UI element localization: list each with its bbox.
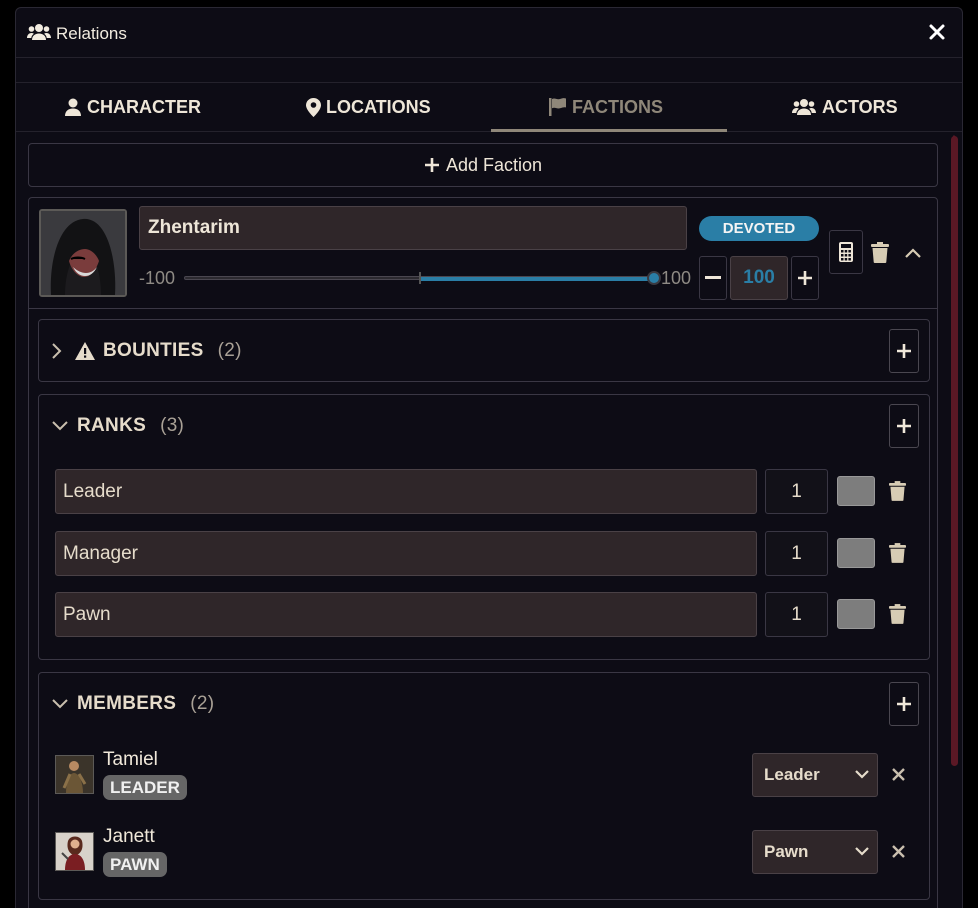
member-row: Tamiel LEADER Leader	[55, 749, 915, 815]
flag-icon	[549, 98, 566, 116]
remove-member-icon[interactable]	[891, 844, 906, 859]
hooded-figure-portrait	[41, 211, 125, 295]
tab-bar: CHARACTER LOCATIONS FACTIONS ACTORS	[16, 82, 962, 132]
bounties-label: BOUNTIES	[103, 340, 204, 361]
members-count: (2)	[190, 693, 215, 714]
rank-name-input[interactable]: Pawn	[55, 592, 757, 637]
plus-icon	[424, 158, 439, 172]
rank-value-input[interactable]: 1	[765, 531, 828, 576]
adventurer-portrait	[56, 833, 93, 870]
tab-factions[interactable]: FACTIONS	[549, 83, 663, 131]
rank-color-picker[interactable]	[837, 476, 875, 506]
slider-min-label: -100	[139, 268, 176, 288]
slider-zero-tick	[419, 272, 421, 284]
relation-value-input[interactable]: 100	[730, 256, 788, 300]
member-rank-select[interactable]: Pawn	[752, 830, 878, 874]
trash-icon[interactable]	[889, 604, 906, 624]
ranks-header[interactable]: RANKS (3)	[51, 415, 184, 437]
plus-icon	[897, 419, 911, 433]
tab-locations[interactable]: LOCATIONS	[306, 83, 431, 131]
bounties-section: BOUNTIES (2)	[38, 319, 930, 382]
slider-fill	[420, 277, 655, 281]
rank-row: Pawn 1	[55, 592, 915, 637]
member-rank-value: Pawn	[764, 842, 809, 861]
chevron-up-icon[interactable]	[904, 247, 922, 259]
close-icon[interactable]	[927, 22, 947, 42]
member-rank-select[interactable]: Leader	[752, 753, 878, 797]
active-tab-indicator	[491, 129, 727, 132]
rank-value-input[interactable]: 1	[765, 469, 828, 514]
member-role-badge: PAWN	[103, 852, 167, 877]
plus-icon	[897, 697, 911, 711]
plus-icon	[897, 344, 911, 358]
add-rank-button[interactable]	[889, 404, 919, 448]
adventurer-portrait	[56, 756, 93, 793]
rank-row: Manager 1	[55, 531, 915, 576]
trash-icon[interactable]	[889, 481, 906, 501]
member-name: Janett	[103, 826, 155, 847]
ranks-count: (3)	[160, 415, 185, 436]
chevron-down-icon	[855, 847, 869, 856]
relations-window: Relations CHARACTER LOCATIONS FACTIONS A…	[15, 7, 963, 908]
slider-max-label: 100	[661, 268, 692, 288]
faction-header: Zhentarim DEVOTED -100 100 100	[29, 198, 937, 309]
warning-icon	[75, 342, 95, 360]
member-name: Tamiel	[103, 749, 158, 770]
tab-label: CHARACTER	[87, 96, 201, 117]
rank-name-input[interactable]: Manager	[55, 531, 757, 576]
add-faction-label: Add Faction	[445, 154, 543, 175]
user-icon	[65, 98, 81, 116]
rank-name-input[interactable]: Leader	[55, 469, 757, 514]
member-avatar[interactable]	[55, 755, 94, 794]
users-icon	[27, 24, 51, 40]
chevron-down-icon	[855, 770, 869, 779]
calculator-button[interactable]	[829, 230, 863, 274]
faction-card: Zhentarim DEVOTED -100 100 100 BOUNTIES …	[28, 197, 938, 908]
status-badge: DEVOTED	[699, 216, 819, 241]
members-header[interactable]: MEMBERS (2)	[51, 693, 214, 715]
trash-icon[interactable]	[889, 543, 906, 563]
rank-row: Leader 1	[55, 469, 915, 514]
rank-value-input[interactable]: 1	[765, 592, 828, 637]
trash-icon[interactable]	[871, 242, 889, 263]
rank-color-picker[interactable]	[837, 538, 875, 568]
members-label: MEMBERS	[77, 693, 177, 714]
add-bounty-button[interactable]	[889, 329, 919, 373]
ranks-label: RANKS	[77, 415, 147, 436]
decrement-button[interactable]	[699, 256, 727, 300]
member-role-badge: LEADER	[103, 775, 187, 800]
members-section: MEMBERS (2) Tamiel LEADER Leader Janett …	[38, 672, 930, 900]
relation-slider[interactable]	[184, 271, 661, 285]
title-bar: Relations	[16, 8, 962, 58]
increment-button[interactable]	[791, 256, 819, 300]
tab-label: ACTORS	[822, 96, 898, 117]
tab-character[interactable]: CHARACTER	[64, 83, 201, 131]
slider-thumb[interactable]	[647, 271, 661, 285]
bounties-count: (2)	[217, 340, 242, 361]
member-avatar[interactable]	[55, 832, 94, 871]
tab-label: LOCATIONS	[326, 96, 431, 117]
minus-icon	[705, 276, 721, 279]
chevron-down-icon	[52, 421, 68, 431]
faction-name-input[interactable]: Zhentarim	[139, 206, 687, 250]
ranks-section: RANKS (3) Leader 1 Manager 1 Pawn 1	[38, 394, 930, 660]
member-rank-value: Leader	[764, 765, 820, 784]
remove-member-icon[interactable]	[891, 767, 906, 782]
window-title: Relations	[56, 24, 127, 43]
scrollbar[interactable]	[951, 136, 958, 766]
rank-color-picker[interactable]	[837, 599, 875, 629]
map-pin-icon	[306, 97, 321, 117]
tab-label: FACTIONS	[572, 96, 664, 117]
chevron-right-icon	[52, 343, 62, 359]
calculator-icon	[839, 242, 853, 262]
bounties-header[interactable]: BOUNTIES (2)	[51, 340, 242, 362]
tab-actors[interactable]: ACTORS	[791, 83, 898, 131]
add-faction-button[interactable]: Add Faction	[28, 143, 938, 187]
faction-avatar[interactable]	[39, 209, 127, 297]
users-icon	[792, 99, 816, 115]
chevron-down-icon	[52, 699, 68, 709]
plus-icon	[798, 271, 812, 285]
member-row: Janett PAWN Pawn	[55, 826, 915, 892]
add-member-button[interactable]	[889, 682, 919, 726]
